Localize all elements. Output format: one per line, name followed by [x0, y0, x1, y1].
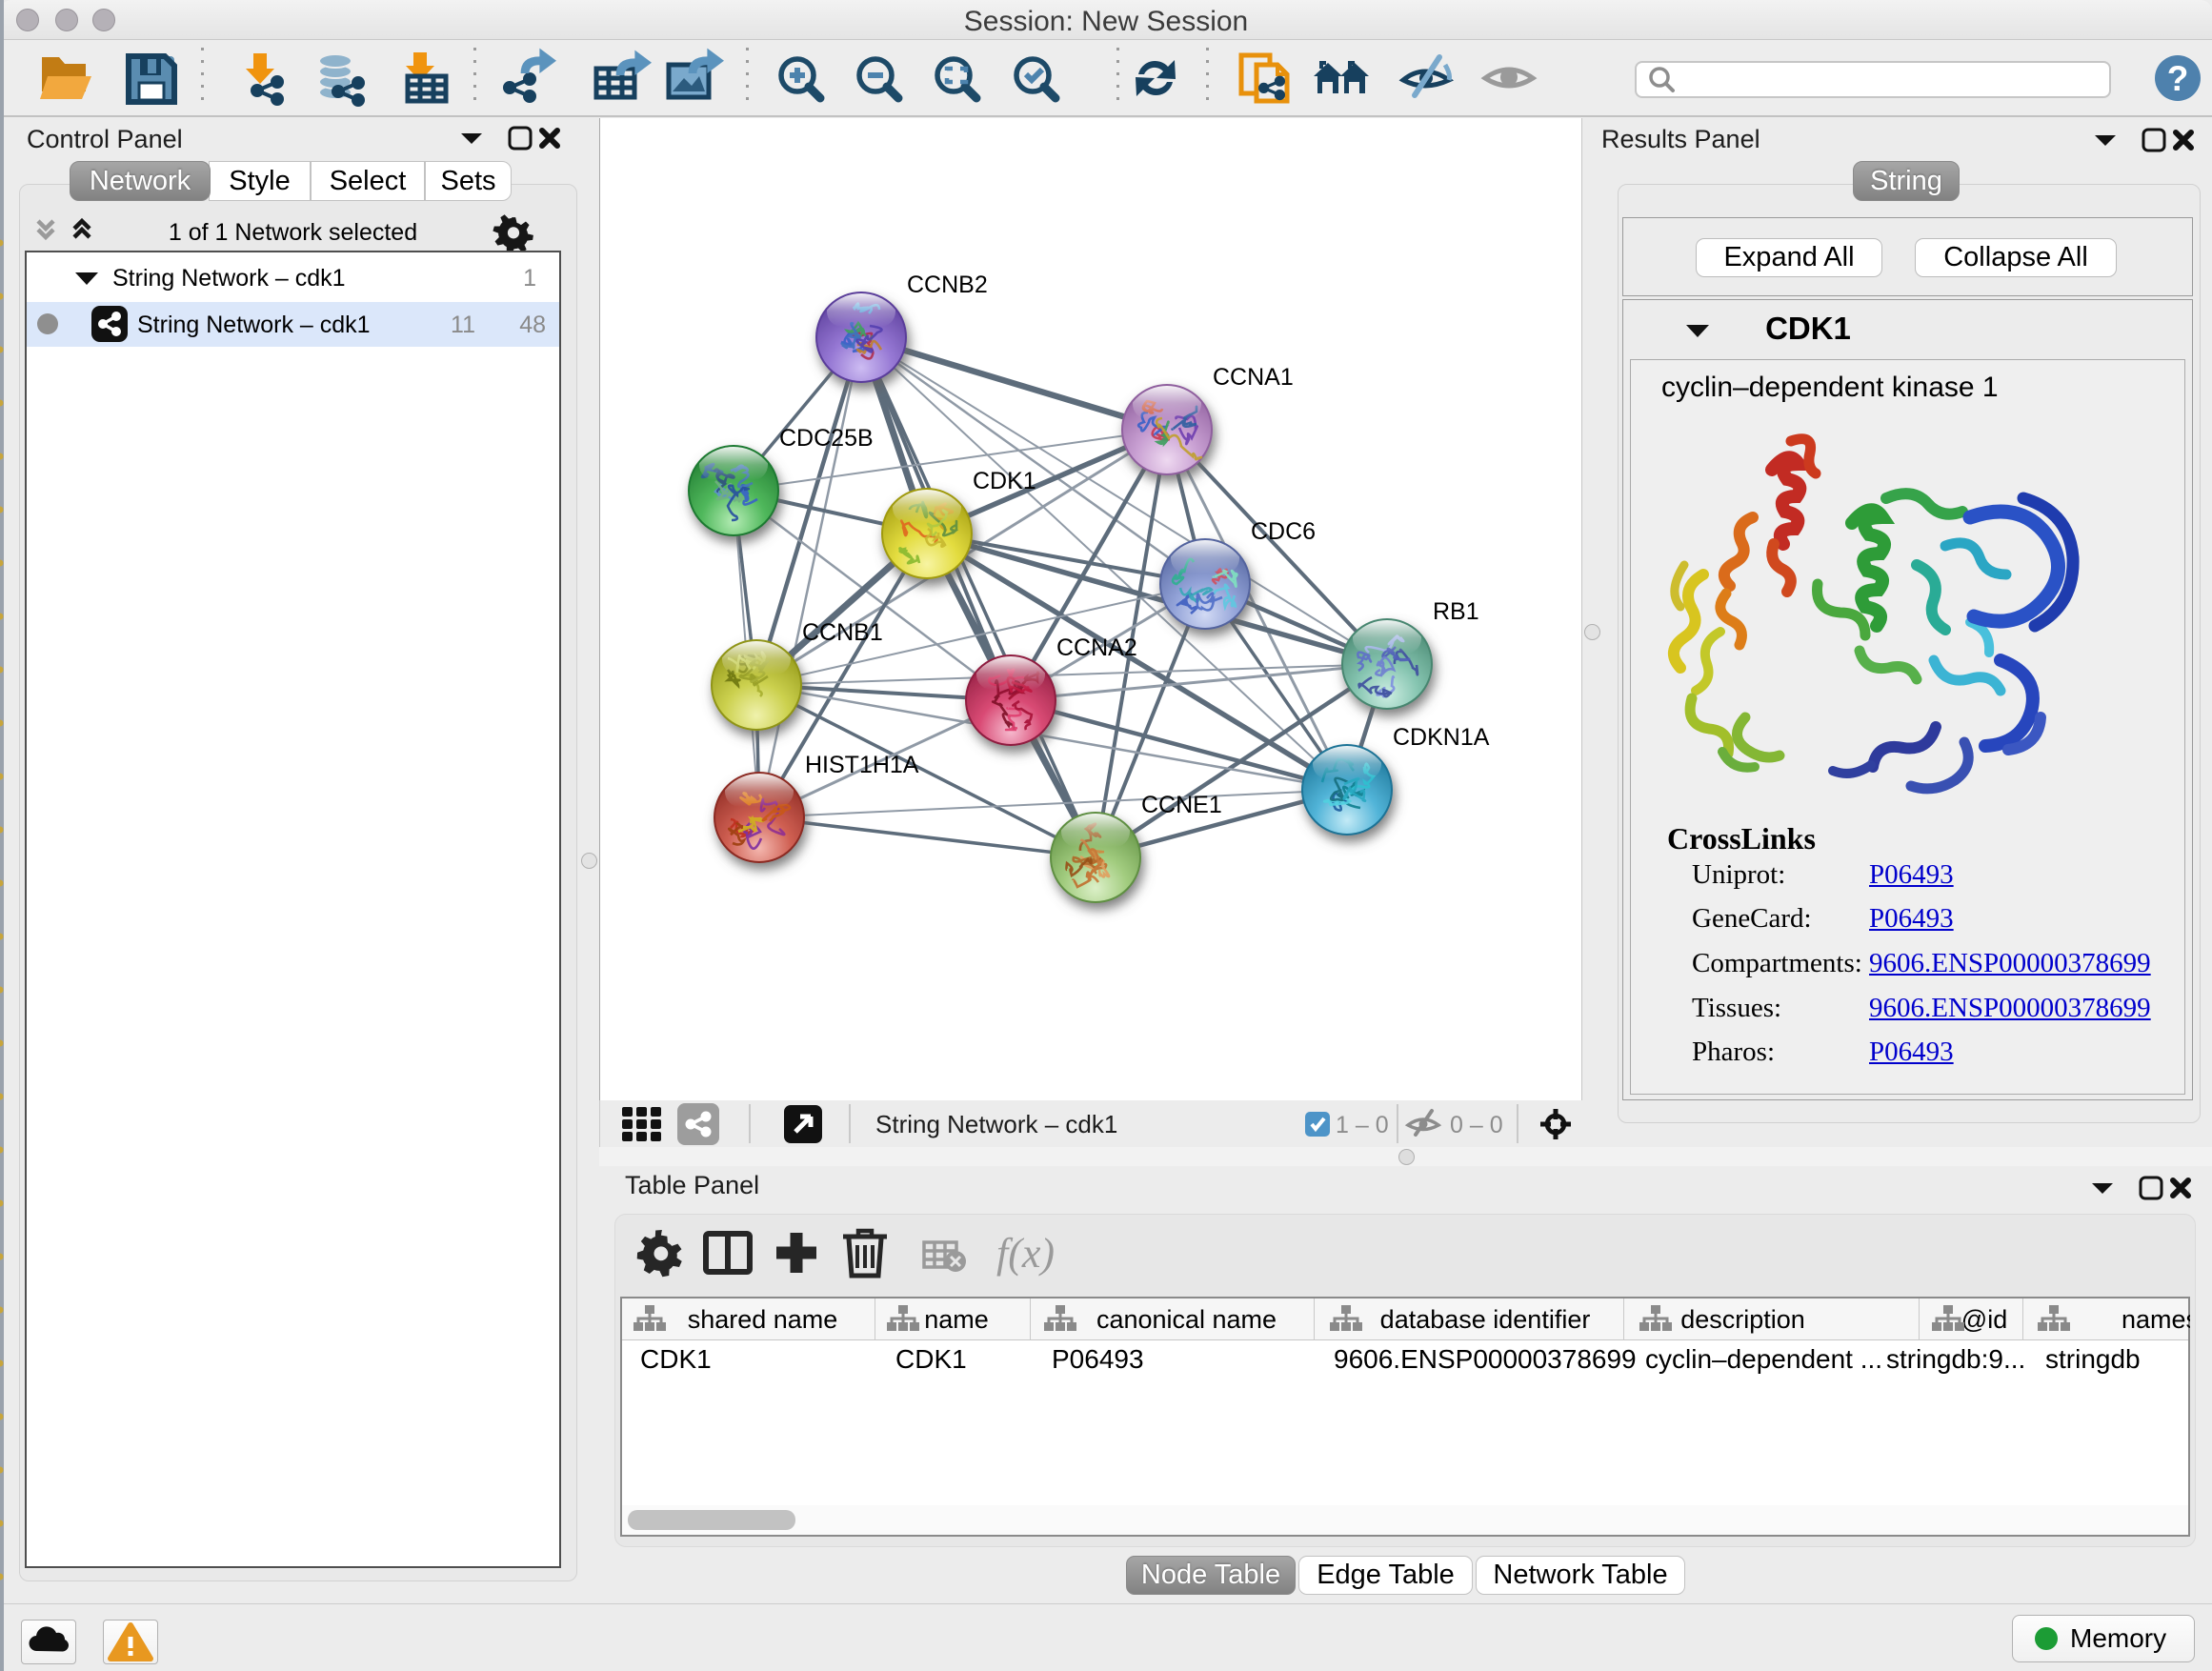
svg-text:CDKN1A: CDKN1A — [1393, 724, 1490, 751]
svg-text:1 – 0: 1 – 0 — [1336, 1112, 1389, 1138]
svg-text:RB1: RB1 — [1433, 598, 1479, 625]
svg-text:CDK1: CDK1 — [973, 468, 1036, 494]
svg-text:f(x): f(x) — [996, 1230, 1055, 1277]
svg-text:?: ? — [2167, 59, 2189, 98]
svg-text:HIST1H1A: HIST1H1A — [805, 752, 919, 778]
svg-text:CCNA2: CCNA2 — [1056, 634, 1137, 661]
svg-text:CCNA1: CCNA1 — [1213, 364, 1294, 391]
svg-text:CCNB2: CCNB2 — [907, 272, 988, 298]
svg-text:CDC6: CDC6 — [1251, 518, 1316, 545]
svg-text:String Network – cdk1: String Network – cdk1 — [875, 1110, 1117, 1138]
svg-text:CDC25B: CDC25B — [779, 425, 874, 452]
svg-text:CCNB1: CCNB1 — [802, 619, 883, 646]
svg-text:0 – 0: 0 – 0 — [1450, 1112, 1503, 1138]
svg-text:CCNE1: CCNE1 — [1141, 792, 1222, 818]
